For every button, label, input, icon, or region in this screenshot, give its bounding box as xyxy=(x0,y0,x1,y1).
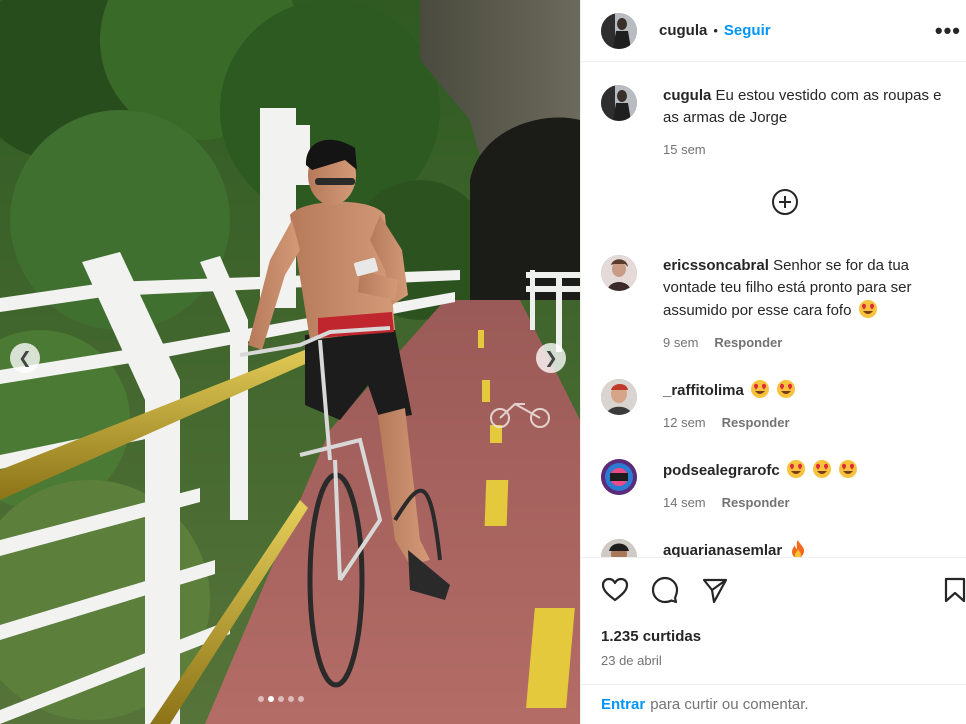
photo-scene xyxy=(0,0,580,724)
chevron-right-icon: ❯ xyxy=(544,348,558,367)
avatar[interactable] xyxy=(601,459,637,495)
post-side-panel: cugula • Seguir ••• cugula Eu estou vest… xyxy=(580,0,966,724)
caption-username[interactable]: cugula xyxy=(663,87,711,104)
avatar[interactable] xyxy=(601,379,637,415)
comment-body: podsealegrarofc 14 sem Responder xyxy=(663,459,953,514)
more-horizontal-icon: ••• xyxy=(934,18,961,43)
comment-item: aquarianasemlar xyxy=(601,539,957,557)
comment-meta: 14 sem Responder xyxy=(663,492,953,514)
comment-time[interactable]: 14 sem xyxy=(663,492,706,514)
header-separator: • xyxy=(713,23,718,38)
comment-item: ericssoncabral Senhor se for da tua vont… xyxy=(601,255,957,354)
carousel-dot xyxy=(278,696,284,702)
carousel-indicator xyxy=(258,696,304,702)
post-header: cugula • Seguir ••• xyxy=(581,0,966,62)
avatar-image xyxy=(601,459,637,495)
plus-circle-icon[interactable] xyxy=(770,187,800,217)
comment-username[interactable]: aquarianasemlar xyxy=(663,542,782,557)
chevron-left-icon: ❮ xyxy=(18,348,32,367)
heart-eyes-emoji-icon xyxy=(813,460,832,478)
carousel-dot xyxy=(288,696,294,702)
like-count[interactable]: 1.235 curtidas xyxy=(601,628,701,645)
caption: cugula Eu estou vestido com as roupas e … xyxy=(601,85,957,161)
avatar-image xyxy=(601,12,637,49)
follow-button[interactable]: Seguir xyxy=(724,22,771,39)
carousel-dot xyxy=(298,696,304,702)
post-date[interactable]: 23 de abril xyxy=(601,653,662,668)
heart-eyes-emoji-icon xyxy=(751,380,770,398)
avatar-image xyxy=(601,255,637,291)
comment-username[interactable]: ericssoncabral xyxy=(663,257,769,274)
comment-meta: 12 sem Responder xyxy=(663,412,953,434)
comment-meta: 9 sem Responder xyxy=(663,332,953,354)
avatar-image xyxy=(601,379,637,415)
avatar[interactable] xyxy=(601,85,637,121)
post-actions: 1.235 curtidas 23 de abril xyxy=(581,557,966,668)
comment-username[interactable]: podsealegrarofc xyxy=(663,462,780,479)
comment-username[interactable]: _raffitolima xyxy=(663,382,744,399)
share-icon[interactable] xyxy=(701,576,729,604)
carousel-dot-active xyxy=(268,696,274,702)
comment-time[interactable]: 9 sem xyxy=(663,332,698,354)
heart-eyes-emoji-icon xyxy=(839,460,858,478)
avatar[interactable] xyxy=(601,539,637,557)
reply-button[interactable]: Responder xyxy=(714,332,782,354)
comment-time[interactable]: 12 sem xyxy=(663,412,706,434)
post-viewer: ❮ ❯ cugula • Seguir ••• cugula Eu estou … xyxy=(0,0,966,724)
carousel-next-button[interactable]: ❯ xyxy=(536,343,566,373)
more-options-button[interactable]: ••• xyxy=(935,18,961,44)
comments-list[interactable]: cugula Eu estou vestido com as roupas e … xyxy=(581,63,966,557)
login-prompt: Entrar para curtir ou comentar. xyxy=(581,684,966,724)
heart-eyes-emoji-icon xyxy=(777,380,796,398)
login-link[interactable]: Entrar xyxy=(601,696,645,713)
comment-icon[interactable] xyxy=(651,576,679,604)
reply-button[interactable]: Responder xyxy=(722,492,790,514)
comment-body: aquarianasemlar xyxy=(663,539,953,557)
avatar[interactable] xyxy=(601,255,637,291)
post-author-username[interactable]: cugula xyxy=(659,22,707,39)
comment-body: _raffitolima 12 sem Responder xyxy=(663,379,953,434)
comment-item: _raffitolima 12 sem Responder xyxy=(601,379,957,434)
comment-item: podsealegrarofc 14 sem Responder xyxy=(601,459,957,514)
bookmark-icon[interactable] xyxy=(943,576,966,604)
heart-eyes-emoji-icon xyxy=(786,460,805,478)
comment-body: ericssoncabral Senhor se for da tua vont… xyxy=(663,255,953,354)
avatar-image xyxy=(601,85,637,121)
carousel-prev-button[interactable]: ❮ xyxy=(10,343,40,373)
post-photo[interactable]: ❮ ❯ xyxy=(0,0,580,724)
heart-icon[interactable] xyxy=(601,576,629,604)
reply-button[interactable]: Responder xyxy=(722,412,790,434)
action-icons xyxy=(601,576,729,604)
caption-body: cugula Eu estou vestido com as roupas e … xyxy=(663,85,953,161)
login-prompt-text: para curtir ou comentar. xyxy=(650,696,809,713)
avatar-image xyxy=(601,539,637,557)
avatar[interactable] xyxy=(601,12,637,49)
fire-emoji-icon xyxy=(792,540,805,557)
carousel-dot xyxy=(258,696,264,702)
caption-meta: 15 sem xyxy=(663,139,953,161)
heart-eyes-emoji-icon xyxy=(858,300,877,318)
caption-time[interactable]: 15 sem xyxy=(663,139,706,161)
